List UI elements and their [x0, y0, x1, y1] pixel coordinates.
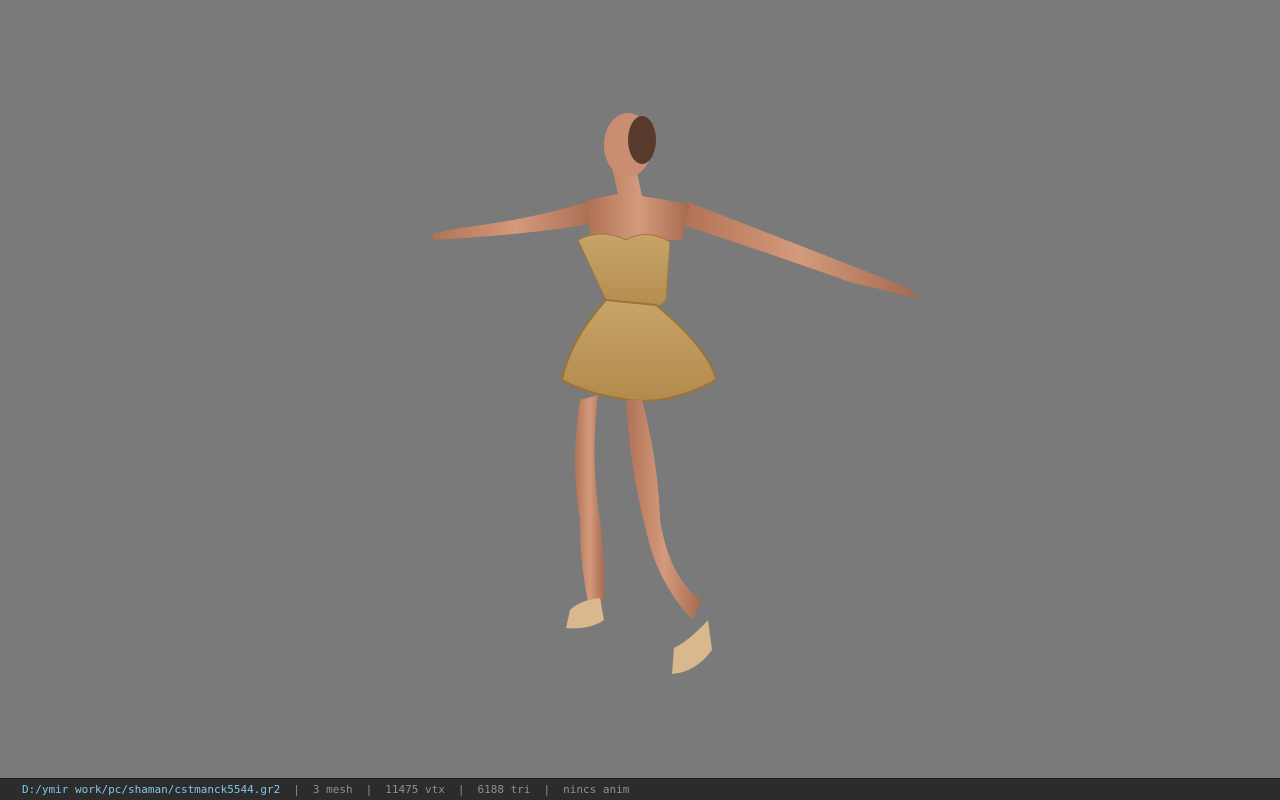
separator: | [365, 783, 373, 796]
status-bar: D:/ymir work/pc/shaman/cstmanck5544.gr2 … [0, 778, 1280, 800]
separator: | [457, 783, 465, 796]
separator: | [293, 783, 300, 796]
triangle-count: 6188 tri [477, 783, 531, 796]
character-model [432, 113, 918, 674]
animation-status: nincs anim [563, 783, 630, 796]
vertex-count: 11475 vtx [385, 783, 445, 796]
file-path: D:/ymir work/pc/shaman/cstmanck5544.gr2 [22, 783, 281, 796]
mesh-count: 3 mesh [312, 783, 353, 796]
3d-viewport[interactable] [0, 0, 1280, 778]
separator: | [543, 783, 551, 796]
